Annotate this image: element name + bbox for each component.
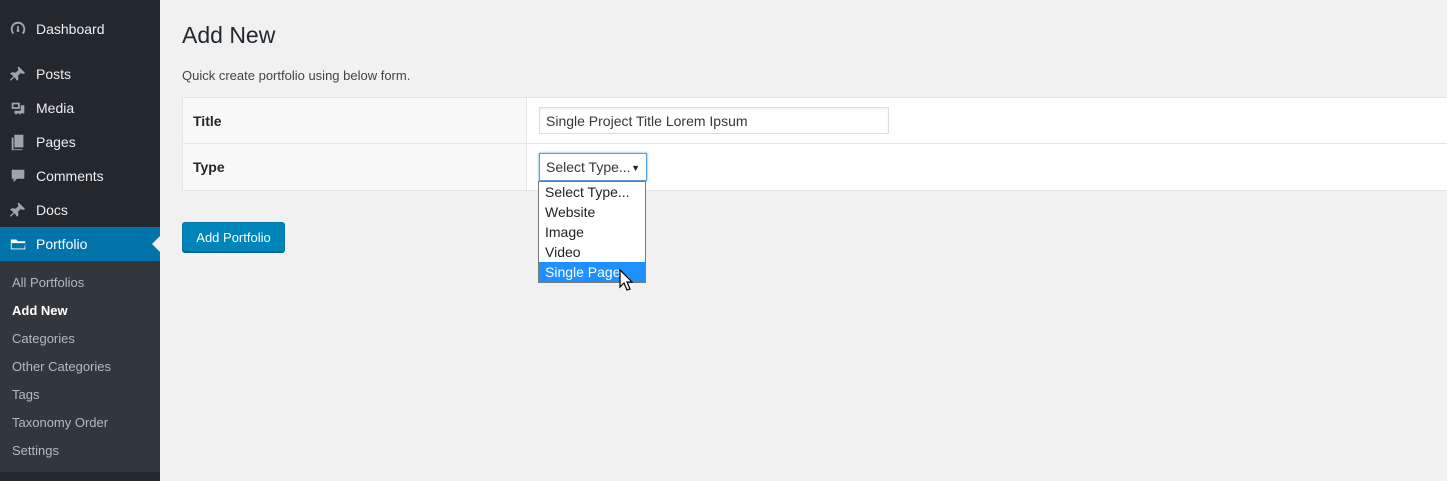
add-portfolio-button[interactable]: Add Portfolio [182, 222, 285, 252]
portfolio-form: Title Type Select Type... ▼ [182, 97, 1447, 191]
pin-icon [0, 57, 36, 91]
form-row-type: Type Select Type... ▼ [183, 144, 1447, 190]
menu-item-label: Dashboard [36, 21, 105, 37]
pages-icon [0, 125, 36, 159]
type-option[interactable]: Select Type... [539, 182, 645, 202]
pin-icon [0, 193, 36, 227]
menu-item-posts[interactable]: Posts [0, 57, 160, 91]
page-description: Quick create portfolio using below form. [182, 68, 411, 83]
portfolio-submenu: All Portfolios Add New Categories Other … [0, 261, 160, 472]
mouse-pointer-icon [619, 269, 634, 291]
type-option[interactable]: Video [539, 242, 645, 262]
type-option[interactable]: Website [539, 202, 645, 222]
menu-item-label: Pages [36, 134, 76, 150]
menu-item-dashboard[interactable]: Dashboard [0, 12, 160, 46]
submenu-item-categories[interactable]: Categories [12, 331, 75, 346]
menu-item-label: Docs [36, 202, 68, 218]
media-icon [0, 91, 36, 125]
title-label: Title [183, 98, 527, 143]
menu-item-portfolio[interactable]: Portfolio [0, 227, 160, 261]
submenu-item-all-portfolios[interactable]: All Portfolios [12, 275, 84, 290]
form-row-title: Title [183, 98, 1447, 144]
submenu-item-settings[interactable]: Settings [12, 443, 59, 458]
type-option[interactable]: Image [539, 222, 645, 242]
menu-item-label: Media [36, 100, 75, 116]
submenu-item-add-new[interactable]: Add New [12, 303, 68, 318]
comments-icon [0, 159, 36, 193]
menu-item-pages[interactable]: Pages [0, 125, 160, 159]
admin-sidebar: Dashboard Posts Media Pages Comments Doc… [0, 0, 160, 481]
menu-item-comments[interactable]: Comments [0, 159, 160, 193]
dashboard-icon [0, 12, 36, 46]
type-select[interactable]: Select Type... ▼ [539, 153, 647, 181]
page-title: Add New [182, 22, 276, 48]
type-select-value: Select Type... [546, 159, 631, 175]
chevron-down-icon: ▼ [631, 163, 640, 173]
type-dropdown-list: Select Type... Website Image Video Singl… [538, 181, 646, 283]
submenu-item-tags[interactable]: Tags [12, 387, 39, 402]
submenu-item-taxonomy-order[interactable]: Taxonomy Order [12, 415, 108, 430]
menu-item-docs[interactable]: Docs [0, 193, 160, 227]
submenu-item-other-categories[interactable]: Other Categories [12, 359, 111, 374]
active-menu-arrow [152, 236, 160, 252]
menu-item-label: Posts [36, 66, 72, 82]
menu-item-label: Portfolio [36, 236, 88, 252]
menu-item-media[interactable]: Media [0, 91, 160, 125]
menu-item-label: Comments [36, 168, 104, 184]
title-input[interactable] [539, 107, 889, 134]
folder-icon [0, 227, 36, 261]
type-label: Type [183, 144, 527, 190]
